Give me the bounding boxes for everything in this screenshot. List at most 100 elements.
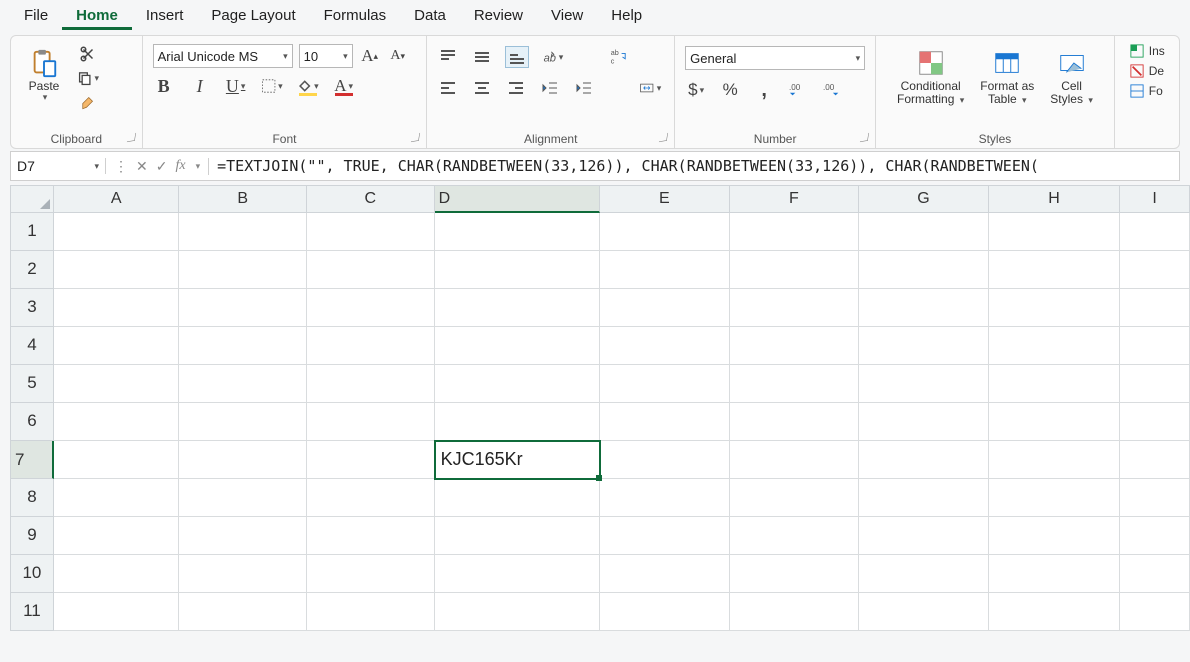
cell-B9[interactable] [179,517,307,555]
decrease-decimal-button[interactable]: .00 [821,80,843,100]
cell-F6[interactable] [730,403,860,441]
cell-I7[interactable] [1120,441,1190,479]
paste-button[interactable]: Paste ▾ [21,44,67,107]
row-header-2[interactable]: 2 [10,251,54,289]
cell-C10[interactable] [307,555,435,593]
dialog-launcher-icon[interactable] [659,133,668,142]
dialog-launcher-icon[interactable] [411,133,420,142]
menu-home[interactable]: Home [62,3,132,30]
cell-D4[interactable] [435,327,600,365]
cell-C2[interactable] [307,251,435,289]
cell-G7[interactable] [859,441,989,479]
cell-B11[interactable] [179,593,307,631]
cell-E10[interactable] [600,555,730,593]
row-header-9[interactable]: 9 [10,517,54,555]
cell-I3[interactable] [1120,289,1190,327]
align-middle-button[interactable] [471,47,493,67]
cell-C11[interactable] [307,593,435,631]
row-header-7[interactable]: 7 [10,441,54,479]
cell-H9[interactable] [989,517,1121,555]
cell-G9[interactable] [859,517,989,555]
menu-data[interactable]: Data [400,3,460,30]
underline-button[interactable]: U▾ [225,76,247,96]
merge-center-button[interactable]: ▾ [639,78,661,98]
cell-I11[interactable] [1120,593,1190,631]
italic-button[interactable]: I [189,76,211,96]
cell-I6[interactable] [1120,403,1190,441]
cell-H10[interactable] [989,555,1121,593]
cell-A2[interactable] [54,251,180,289]
format-as-table-button[interactable]: Format asTable ▾ [974,44,1040,110]
cell-H8[interactable] [989,479,1121,517]
more-icon[interactable]: ⋮ [114,158,128,175]
cell-E11[interactable] [600,593,730,631]
cell-H2[interactable] [989,251,1121,289]
cell-D6[interactable] [435,403,600,441]
cell-B3[interactable] [179,289,307,327]
cell-C5[interactable] [307,365,435,403]
col-header-G[interactable]: G [859,185,989,213]
comma-button[interactable]: , [753,80,775,100]
align-bottom-button[interactable] [505,46,529,68]
cell-F5[interactable] [730,365,860,403]
col-header-D[interactable]: D [435,185,600,213]
cell-D5[interactable] [435,365,600,403]
cell-E6[interactable] [600,403,730,441]
cell-F10[interactable] [730,555,860,593]
menu-page-layout[interactable]: Page Layout [197,3,309,30]
row-header-8[interactable]: 8 [10,479,54,517]
cell-G11[interactable] [859,593,989,631]
font-size-select[interactable]: 10▾ [299,44,353,68]
cell-D2[interactable] [435,251,600,289]
cell-D11[interactable] [435,593,600,631]
cell-C4[interactable] [307,327,435,365]
font-name-select[interactable]: Arial Unicode MS▾ [153,44,293,68]
cell-H7[interactable] [989,441,1121,479]
row-header-6[interactable]: 6 [10,403,54,441]
cell-G5[interactable] [859,365,989,403]
cell-A11[interactable] [54,593,180,631]
cell-G4[interactable] [859,327,989,365]
orientation-button[interactable]: ab▾ [541,47,563,67]
dialog-launcher-icon[interactable] [860,133,869,142]
borders-button[interactable]: ▾ [261,76,283,96]
cell-I4[interactable] [1120,327,1190,365]
menu-formulas[interactable]: Formulas [310,3,401,30]
cell-A10[interactable] [54,555,180,593]
cell-A4[interactable] [54,327,180,365]
cell-F4[interactable] [730,327,860,365]
select-all-corner[interactable] [10,185,54,213]
cell-I9[interactable] [1120,517,1190,555]
increase-font-button[interactable]: A▴ [359,46,381,66]
percent-button[interactable]: % [719,80,741,100]
font-color-button[interactable]: A▾ [333,76,355,96]
cell-G8[interactable] [859,479,989,517]
dialog-launcher-icon[interactable] [127,133,136,142]
cut-button[interactable] [77,44,99,64]
cell-A5[interactable] [54,365,180,403]
cell-E2[interactable] [600,251,730,289]
row-header-5[interactable]: 5 [10,365,54,403]
cell-H1[interactable] [989,213,1121,251]
cell-D9[interactable] [435,517,600,555]
copy-button[interactable]: ▾ [77,68,99,88]
name-box[interactable]: D7▾ [11,158,106,174]
cell-H6[interactable] [989,403,1121,441]
increase-indent-button[interactable] [573,78,595,98]
menu-review[interactable]: Review [460,3,537,30]
align-top-button[interactable] [437,47,459,67]
cell-F1[interactable] [730,213,860,251]
cell-styles-button[interactable]: CellStyles ▾ [1044,44,1099,110]
format-painter-button[interactable] [77,92,99,112]
cell-B7[interactable] [179,441,307,479]
row-header-10[interactable]: 10 [10,555,54,593]
cancel-icon[interactable]: ✕ [136,158,148,175]
cell-B2[interactable] [179,251,307,289]
cell-A8[interactable] [54,479,180,517]
conditional-formatting-button[interactable]: ConditionalFormatting ▾ [891,44,970,110]
fill-color-button[interactable]: ▾ [297,76,319,96]
cell-H4[interactable] [989,327,1121,365]
cell-H5[interactable] [989,365,1121,403]
cell-D1[interactable] [435,213,600,251]
cell-I1[interactable] [1120,213,1190,251]
